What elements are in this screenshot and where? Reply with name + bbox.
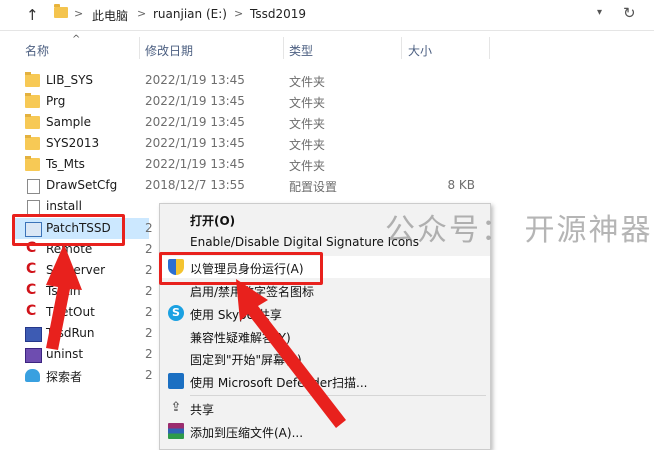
annotation-arrows bbox=[46, 244, 346, 428]
arrow-to-patchtssd bbox=[46, 244, 82, 350]
arrow-to-run-as-admin bbox=[236, 279, 346, 428]
